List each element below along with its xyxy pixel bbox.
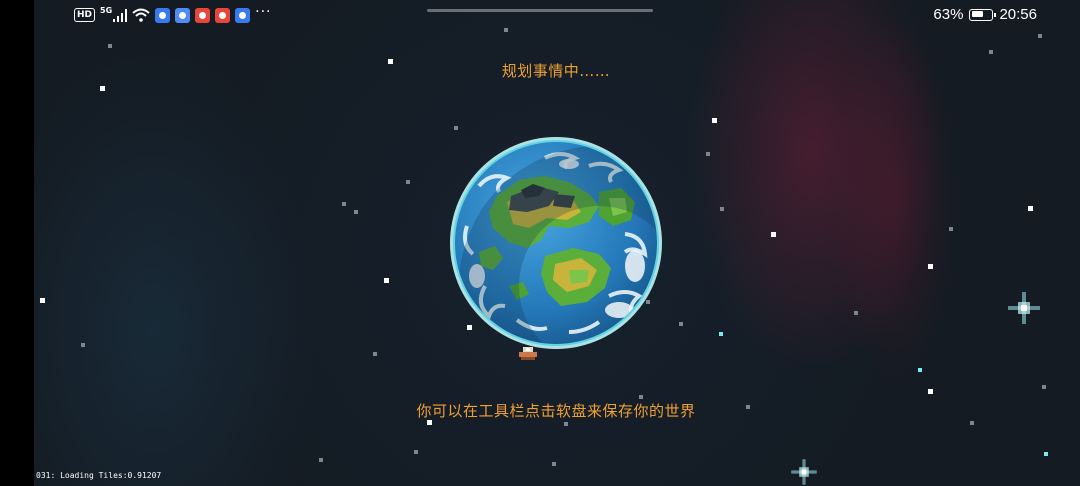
- star: [1038, 34, 1042, 38]
- star: [719, 332, 723, 336]
- star: [342, 202, 346, 206]
- red-app-icon: [195, 7, 211, 23]
- star: [454, 126, 458, 130]
- star: [40, 298, 45, 303]
- save-world-hint: 你可以在工具栏点击软盘来保存你的世界: [416, 402, 696, 420]
- star: [706, 152, 710, 156]
- star: [564, 422, 568, 426]
- star: [679, 322, 683, 326]
- pull-down-handle[interactable]: [427, 9, 653, 12]
- network-type-label: 5G: [100, 5, 113, 15]
- star: [928, 264, 933, 269]
- star: [319, 458, 323, 462]
- star: [81, 343, 85, 347]
- star: [373, 352, 377, 356]
- red-app-icon-2: [215, 7, 231, 23]
- star: [406, 180, 410, 184]
- clock-time: 20:56: [999, 6, 1037, 23]
- star: [100, 86, 105, 91]
- star: [1028, 206, 1033, 211]
- star: [414, 450, 418, 454]
- wifi-icon: [132, 8, 150, 22]
- star: [970, 421, 974, 425]
- star: [639, 395, 643, 399]
- star: [918, 368, 922, 372]
- signal-icon: [113, 8, 128, 22]
- baidu-app-icon: [155, 7, 171, 23]
- star: [384, 278, 389, 283]
- sparkle-star-icon: [1008, 292, 1040, 324]
- star: [949, 227, 953, 231]
- star: [854, 311, 858, 315]
- planet-globe[interactable]: [449, 136, 663, 350]
- star: [552, 462, 556, 466]
- hd-icon: HD: [74, 8, 96, 22]
- star: [771, 232, 776, 237]
- star: [989, 50, 993, 54]
- battery-fill: [971, 11, 984, 17]
- battery-percent: 63%: [933, 6, 964, 23]
- baidu-app-icon-2: [235, 7, 251, 23]
- star: [108, 44, 112, 48]
- browser-app-icon: [175, 7, 191, 23]
- system-status-bar: HD 5G ··· 63% 20:56: [34, 0, 1080, 32]
- more-notifications-icon: ···: [255, 4, 272, 20]
- sparkle-star-icon: [791, 459, 817, 485]
- star: [354, 210, 358, 214]
- ufo-ship-icon: [519, 347, 537, 360]
- star: [928, 389, 933, 394]
- star: [1042, 385, 1046, 389]
- loading-debug-text: 031: Loading Tiles:0.91207: [36, 471, 162, 480]
- status-icons-group: HD 5G ···: [74, 4, 272, 23]
- planning-status-text: 规划事情中……: [501, 62, 611, 80]
- star: [712, 118, 717, 123]
- game-screen[interactable]: HD 5G ··· 63% 20:56 规划事情中…… 你可以在工具栏点击软盘来…: [0, 0, 1080, 486]
- battery-icon: [969, 8, 997, 21]
- star: [1044, 452, 1048, 456]
- status-right-group: 63% 20:56: [933, 6, 1037, 23]
- star: [720, 207, 724, 211]
